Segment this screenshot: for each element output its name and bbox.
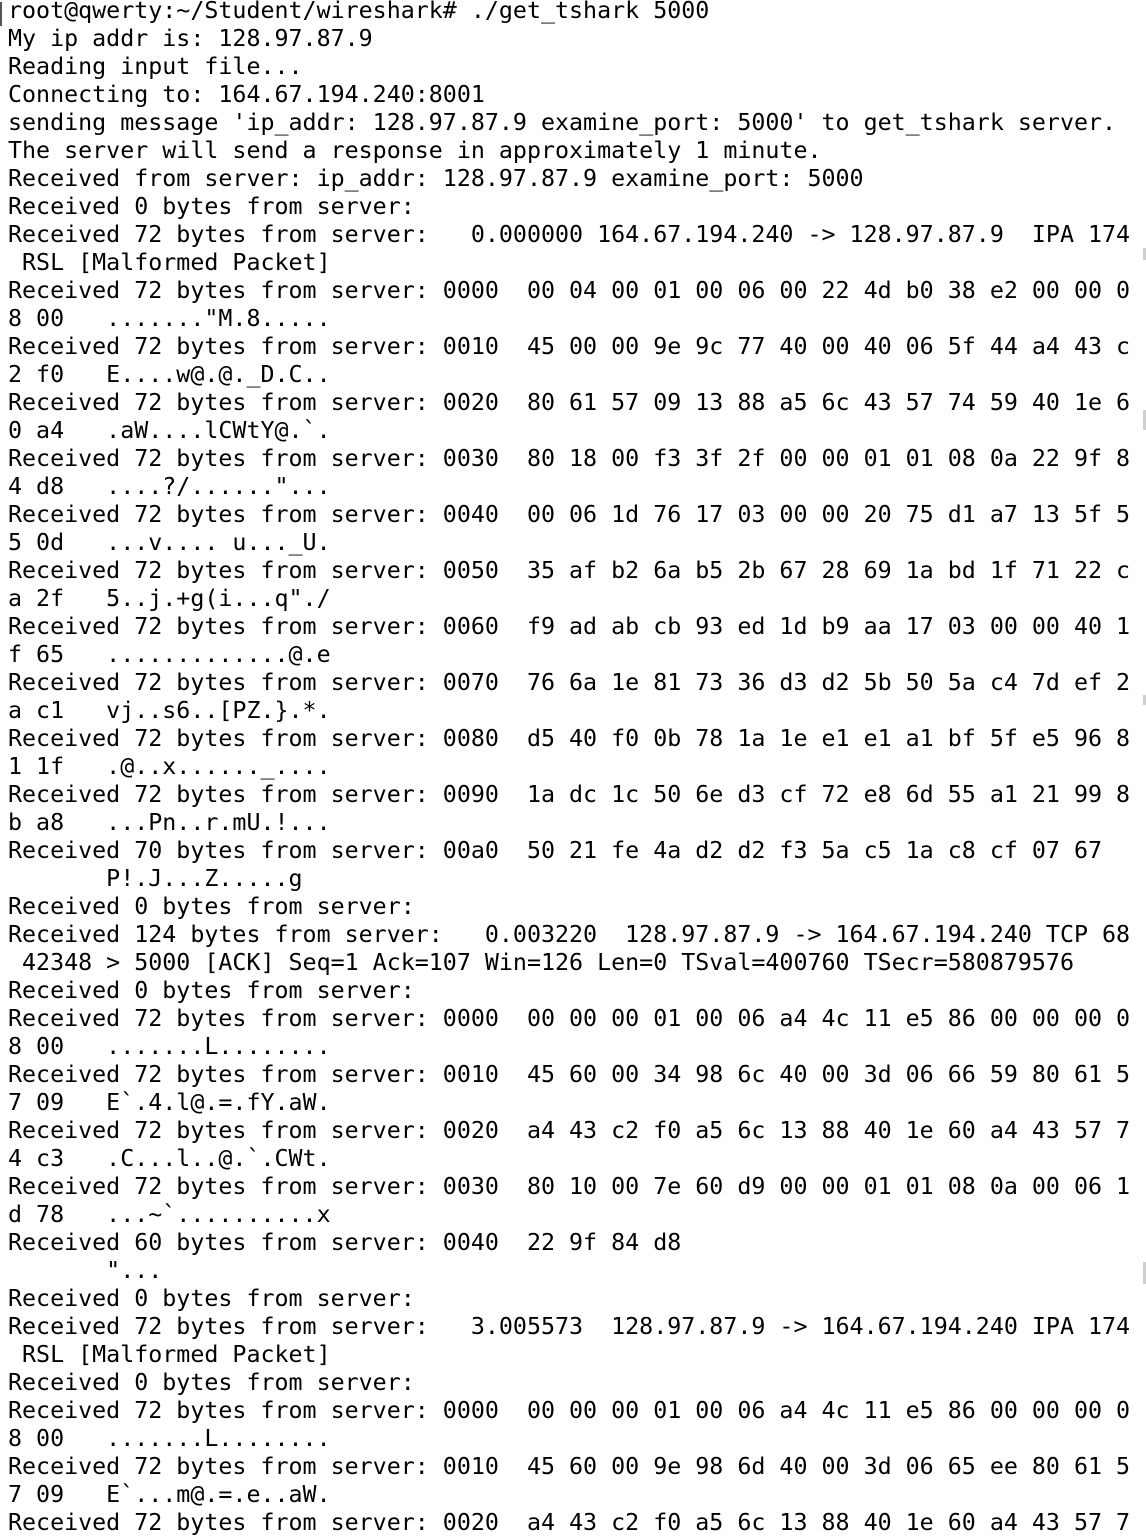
terminal-line: f 65 .............@.e (8, 641, 331, 668)
terminal-line: 42348 > 5000 [ACK] Seq=1 Ack=107 Win=126… (8, 949, 1074, 976)
command-prompt-line: root@qwerty:~/Student/wireshark# ./get_t… (8, 0, 710, 24)
terminal-line: The server will send a response in appro… (8, 137, 822, 164)
terminal-line: Received 0 bytes from server: (8, 893, 415, 920)
terminal-line: Received 72 bytes from server: 0000 00 0… (8, 277, 1131, 304)
terminal-line: Received 72 bytes from server: 0080 d5 4… (8, 725, 1131, 752)
terminal-line: 8 00 .......L........ (8, 1033, 331, 1060)
text-cursor-mark (0, 2, 2, 26)
terminal-line: a 2f 5..j.+g(i...q"./ (8, 585, 331, 612)
terminal-line: 5 0d ...v.... u..._U. (8, 529, 331, 556)
terminal-line: P!.J...Z.....g (8, 865, 303, 892)
terminal-line: Received 72 bytes from server: 0010 45 0… (8, 333, 1131, 360)
terminal-line: 7 09 E`...m@.=.e..aW. (8, 1481, 331, 1508)
terminal-line: RSL [Malformed Packet] (8, 1341, 331, 1368)
terminal-line: Received 0 bytes from server: (8, 1285, 415, 1312)
terminal-line: Received 0 bytes from server: (8, 193, 415, 220)
terminal-line: 0 a4 .aW....lCWtY@.`. (8, 417, 331, 444)
terminal-line: Reading input file... (8, 53, 303, 80)
terminal-line: Received 72 bytes from server: 0000 00 0… (8, 1397, 1131, 1424)
terminal-line: Received 72 bytes from server: 0000 00 0… (8, 1005, 1131, 1032)
terminal-line: 4 d8 ....?/......"... (8, 473, 331, 500)
terminal-line: Received 72 bytes from server: 0010 45 6… (8, 1453, 1131, 1480)
terminal-line: 7 09 E`.4.l@.=.fY.aW. (8, 1089, 331, 1116)
terminal-line: Received 72 bytes from server: 0.000000 … (8, 221, 1131, 248)
terminal-line: Received 124 bytes from server: 0.003220… (8, 921, 1131, 948)
terminal-line: Received 72 bytes from server: 0020 a4 4… (8, 1117, 1131, 1144)
terminal-line: Connecting to: 164.67.194.240:8001 (8, 81, 485, 108)
terminal-line: Received from server: ip_addr: 128.97.87… (8, 165, 864, 192)
terminal-line: 8 00 .......L........ (8, 1425, 331, 1452)
terminal-line: 8 00 ......."M.8..... (8, 305, 331, 332)
terminal-line: Received 70 bytes from server: 00a0 50 2… (8, 837, 1103, 864)
terminal-window[interactable]: root@qwerty:~/Student/wireshark# ./get_t… (0, 0, 1146, 1536)
terminal-line: a c1 vj..s6..[PZ.}.*. (8, 697, 331, 724)
terminal-line: Received 72 bytes from server: 0010 45 6… (8, 1061, 1131, 1088)
terminal-line: Received 0 bytes from server: (8, 1369, 415, 1396)
terminal-line: Received 72 bytes from server: 0090 1a d… (8, 781, 1131, 808)
terminal-line: Received 72 bytes from server: 0040 00 0… (8, 501, 1131, 528)
terminal-line: d 78 ...~`..........x (8, 1201, 331, 1228)
terminal-line: Received 72 bytes from server: 0030 80 1… (8, 445, 1131, 472)
terminal-line: RSL [Malformed Packet] (8, 249, 331, 276)
terminal-line: 1 1f .@..x......_.... (8, 753, 331, 780)
terminal-line: 4 c3 .C...l..@.`.CWt. (8, 1145, 331, 1172)
terminal-line: Received 72 bytes from server: 0030 80 1… (8, 1173, 1131, 1200)
terminal-line: 2 f0 E....w@.@._D.C.. (8, 361, 331, 388)
terminal-line: Received 72 bytes from server: 3.005573 … (8, 1313, 1131, 1340)
terminal-line: Received 72 bytes from server: 0050 35 a… (8, 557, 1131, 584)
terminal-output: root@qwerty:~/Student/wireshark# ./get_t… (8, 0, 1130, 1536)
terminal-line: Received 72 bytes from server: 0020 80 6… (8, 389, 1131, 416)
terminal-line: sending message 'ip_addr: 128.97.87.9 ex… (8, 109, 1117, 136)
terminal-line: Received 72 bytes from server: 0060 f9 a… (8, 613, 1131, 640)
terminal-line: "... (8, 1257, 163, 1284)
terminal-line: Received 72 bytes from server: 0020 a4 4… (8, 1509, 1131, 1536)
terminal-line: Received 72 bytes from server: 0070 76 6… (8, 669, 1131, 696)
terminal-line: Received 60 bytes from server: 0040 22 9… (8, 1229, 682, 1256)
window-right-edge (1142, 0, 1146, 1536)
terminal-line: My ip addr is: 128.97.87.9 (8, 25, 373, 52)
terminal-line: b a8 ...Pn..r.mU.!... (8, 809, 331, 836)
terminal-line: Received 0 bytes from server: (8, 977, 415, 1004)
